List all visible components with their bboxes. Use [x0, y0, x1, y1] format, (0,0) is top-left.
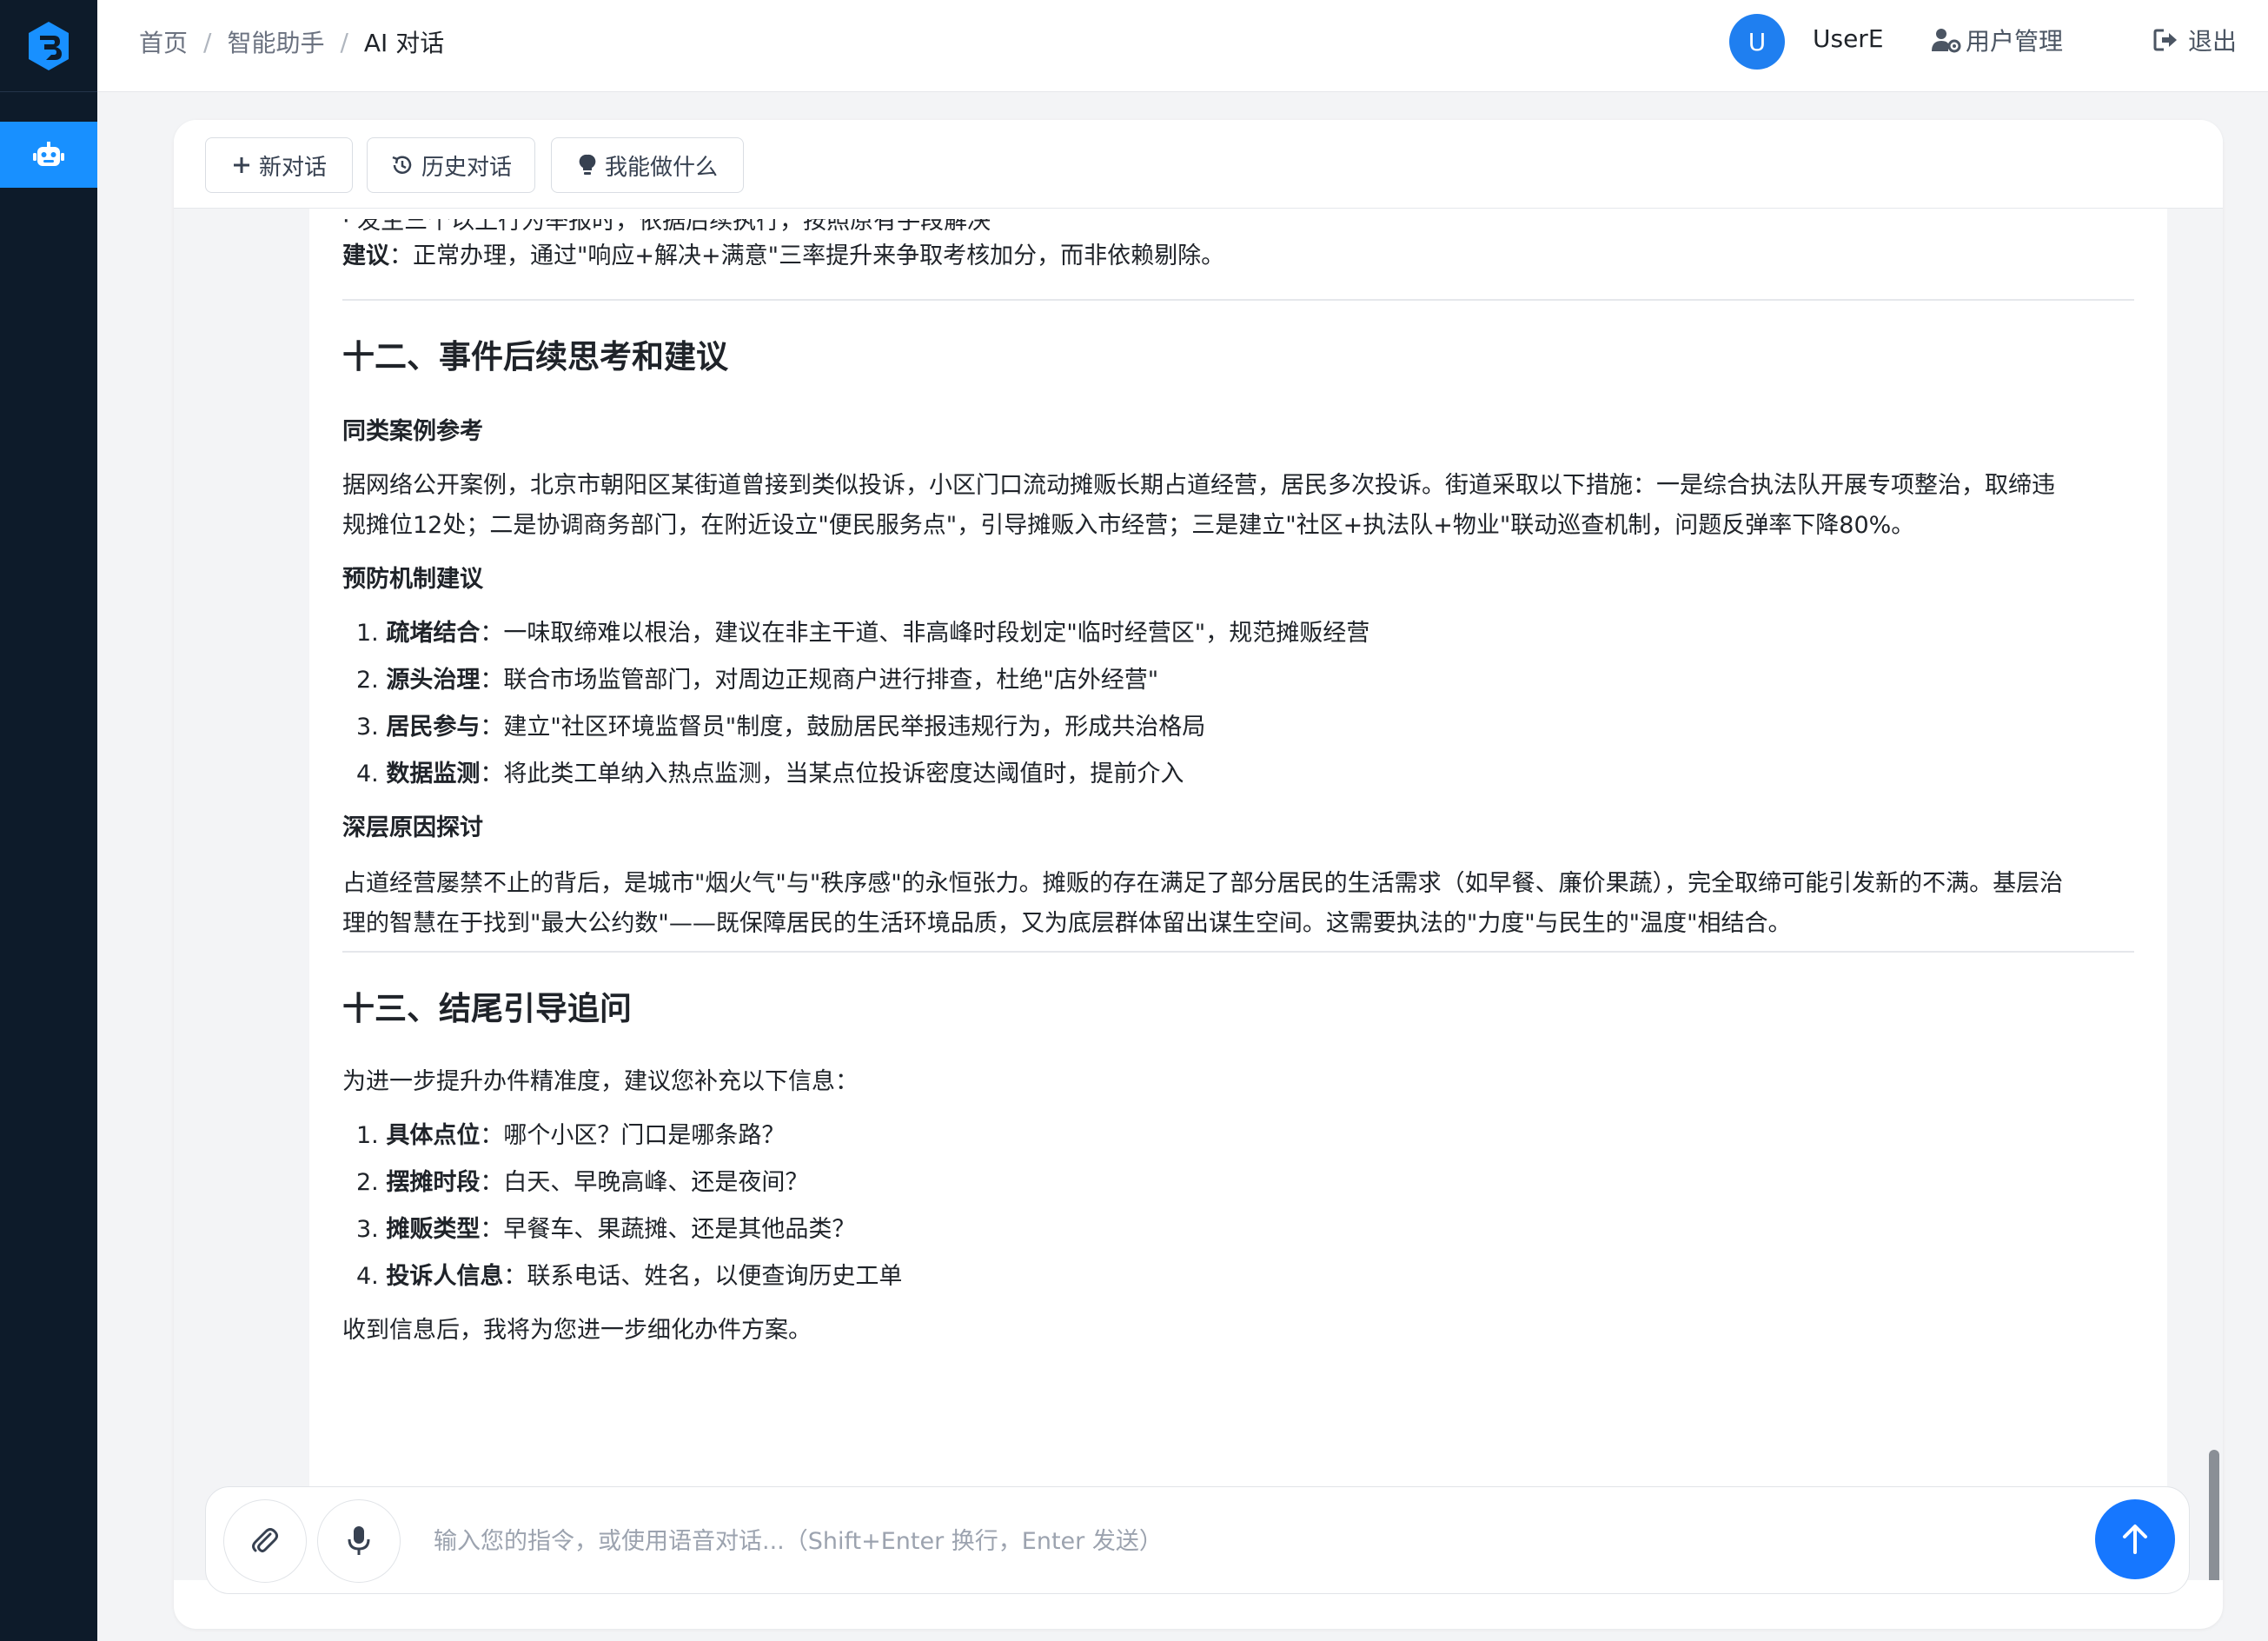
top-header: 首页 / 智能助手 / AI 对话 U UserE 用户管理 退出	[97, 0, 2268, 92]
breadcrumb-separator: /	[203, 27, 212, 56]
followup-item: 1. 具体点位：哪个小区？门口是哪条路？	[356, 1116, 785, 1156]
case-line-2: 规摊位12处；二是协调商务部门，在附近设立"便民服务点"，引导摊贩入市经营；三是…	[342, 512, 1915, 539]
prevention-label: 预防机制建议	[342, 566, 483, 593]
send-button[interactable]	[2095, 1499, 2175, 1579]
item-text: ：一味取缔难以根治，建议在非主干道、非高峰时段划定"临时经营区"，规范摊贩经营	[480, 620, 1370, 647]
plus-icon	[233, 157, 249, 173]
history-label: 历史对话	[421, 154, 512, 181]
item-text: ：联合市场监管部门，对周边正规商户进行排查，杜绝"店外经营"	[480, 667, 1159, 694]
breadcrumb-assistant[interactable]: 智能助手	[227, 24, 324, 59]
list-number: 3.	[356, 714, 379, 741]
lightbulb-icon	[579, 154, 596, 175]
followup-item: 2. 摆摊时段：白天、早晚高峰、还是夜间？	[356, 1163, 808, 1203]
list-number: 4.	[356, 761, 379, 787]
suggestion-label: 建议	[342, 242, 389, 269]
prevention-item: 4. 数据监测：将此类工单纳入热点监测，当某点位投诉密度达阈值时，提前介入	[356, 754, 1184, 794]
history-icon	[392, 156, 412, 174]
prevention-item: 3. 居民参与：建立"社区环境监督员"制度，鼓励居民举报违规行为，形成共治格局	[356, 708, 1205, 747]
logout-icon	[2153, 29, 2177, 51]
followup-item: 3. 摊贩类型：早餐车、果蔬摊、还是其他品类？	[356, 1210, 855, 1250]
list-number: 1.	[356, 1122, 379, 1149]
avatar[interactable]: U	[1729, 14, 1785, 70]
arrow-up-icon	[2123, 1525, 2147, 1554]
logout-label: 退出	[2188, 27, 2238, 56]
input-placeholder[interactable]: 输入您的指令，或使用语音对话...（Shift+Enter 换行，Enter 发…	[434, 1522, 1163, 1556]
item-label: 摆摊时段	[386, 1169, 481, 1196]
chat-toolbar: 新对话 历史对话 我能做什么	[174, 120, 2223, 209]
paperclip-icon	[252, 1528, 278, 1552]
item-label: 具体点位	[386, 1122, 481, 1149]
logo-icon	[29, 21, 69, 70]
history-button[interactable]: 历史对话	[367, 137, 535, 193]
item-label: 居民参与	[386, 714, 481, 741]
user-name[interactable]: UserE	[1813, 24, 1884, 53]
item-label: 投诉人信息	[386, 1263, 504, 1290]
item-label: 源头治理	[386, 667, 481, 694]
deep-cause-label: 深层原因探讨	[342, 814, 483, 841]
capabilities-button[interactable]: 我能做什么	[551, 137, 744, 193]
logout-button[interactable]: 退出	[2153, 23, 2237, 57]
list-number: 2.	[356, 667, 379, 694]
user-gear-icon	[1932, 29, 1961, 53]
breadcrumb-home[interactable]: 首页	[139, 24, 188, 59]
breadcrumb-separator: /	[340, 27, 348, 56]
followup-item: 4. 投诉人信息：联系电话、姓名，以便查询历史工单	[356, 1257, 902, 1297]
app-logo[interactable]	[0, 0, 97, 92]
message-list[interactable]: · 发生三个以上行为举报时，依据后续执行，按照原有手段解决 建议：正常办理，通过…	[174, 209, 2223, 1580]
breadcrumb-current: AI 对话	[363, 29, 445, 57]
item-label: 疏堵结合	[386, 620, 481, 647]
user-management-label: 用户管理	[1966, 27, 2064, 56]
prevention-item: 1. 疏堵结合：一味取缔难以根治，建议在非主干道、非高峰时段划定"临时经营区"，…	[356, 614, 1369, 654]
list-number: 1.	[356, 620, 379, 647]
deep-cause-line-2: 理的智慧在于找到"最大公约数"——既保障居民的生活环境品质，又为底层群体留出谋生…	[342, 910, 1792, 937]
item-text: ：白天、早晚高峰、还是夜间？	[480, 1169, 809, 1196]
divider	[342, 299, 2134, 301]
voice-button[interactable]	[317, 1499, 401, 1583]
microphone-icon	[348, 1526, 370, 1555]
item-label: 摊贩类型	[386, 1216, 481, 1243]
item-text: ：建立"社区环境监督员"制度，鼓励居民举报违规行为，形成共治格局	[480, 714, 1206, 741]
list-number: 2.	[356, 1169, 379, 1196]
suggestion-paragraph: 建议：正常办理，通过"响应+解决+满意"三率提升来争取考核加分，而非依赖剔除。	[342, 236, 1224, 276]
breadcrumb: 首页 / 智能助手 / AI 对话	[139, 0, 444, 83]
scrollbar[interactable]	[2209, 1450, 2219, 1580]
attach-button[interactable]	[223, 1499, 307, 1583]
list-number: 4.	[356, 1263, 379, 1290]
divider	[342, 951, 2134, 953]
item-label: 数据监测	[386, 761, 481, 787]
robot-icon	[33, 142, 64, 166]
section-12-heading: 十二、事件后续思考和建议	[342, 338, 728, 375]
sidebar	[0, 0, 97, 1641]
item-text: ：早餐车、果蔬摊、还是其他品类？	[480, 1216, 856, 1243]
item-text: ：将此类工单纳入热点监测，当某点位投诉密度达阈值时，提前介入	[480, 761, 1184, 787]
chat-input-box[interactable]: 输入您的指令，或使用语音对话...（Shift+Enter 换行，Enter 发…	[205, 1486, 2190, 1594]
case-line-1: 据网络公开案例，北京市朝阳区某街道曾接到类似投诉，小区门口流动摊贩长期占道经营，…	[342, 472, 2055, 499]
list-number: 3.	[356, 1216, 379, 1243]
item-text: ：哪个小区？门口是哪条路？	[480, 1122, 786, 1149]
item-text: ：联系电话、姓名，以便查询历史工单	[503, 1263, 903, 1290]
section-13-heading: 十三、结尾引导追问	[342, 990, 632, 1027]
new-chat-label: 新对话	[258, 154, 327, 181]
assistant-message: · 发生三个以上行为举报时，依据后续执行，按照原有手段解决 建议：正常办理，通过…	[309, 209, 2167, 1580]
followup-intro: 为进一步提升办件精准度，建议您补充以下信息：	[342, 1068, 859, 1095]
closing-line: 收到信息后，我将为您进一步细化办件方案。	[342, 1317, 812, 1344]
case-label: 同类案例参考	[342, 418, 483, 445]
capabilities-label: 我能做什么	[604, 154, 718, 181]
deep-cause-line-1: 占道经营屡禁不止的背后，是城市"烟火气"与"秩序感"的永恒张力。摊贩的存在满足了…	[342, 870, 2064, 897]
prevention-item: 2. 源头治理：联合市场监管部门，对周边正规商户进行排查，杜绝"店外经营"	[356, 661, 1158, 701]
suggestion-text: ：正常办理，通过"响应+解决+满意"三率提升来争取考核加分，而非依赖剔除。	[389, 242, 1225, 269]
user-management-button[interactable]: 用户管理	[1931, 23, 2063, 57]
chat-card: 新对话 历史对话 我能做什么 · 发生三个以上行为举报时，依据后续执行，按照原有…	[174, 120, 2223, 1629]
new-chat-button[interactable]: 新对话	[205, 137, 353, 193]
sidebar-item-ai-chat[interactable]	[0, 122, 97, 188]
